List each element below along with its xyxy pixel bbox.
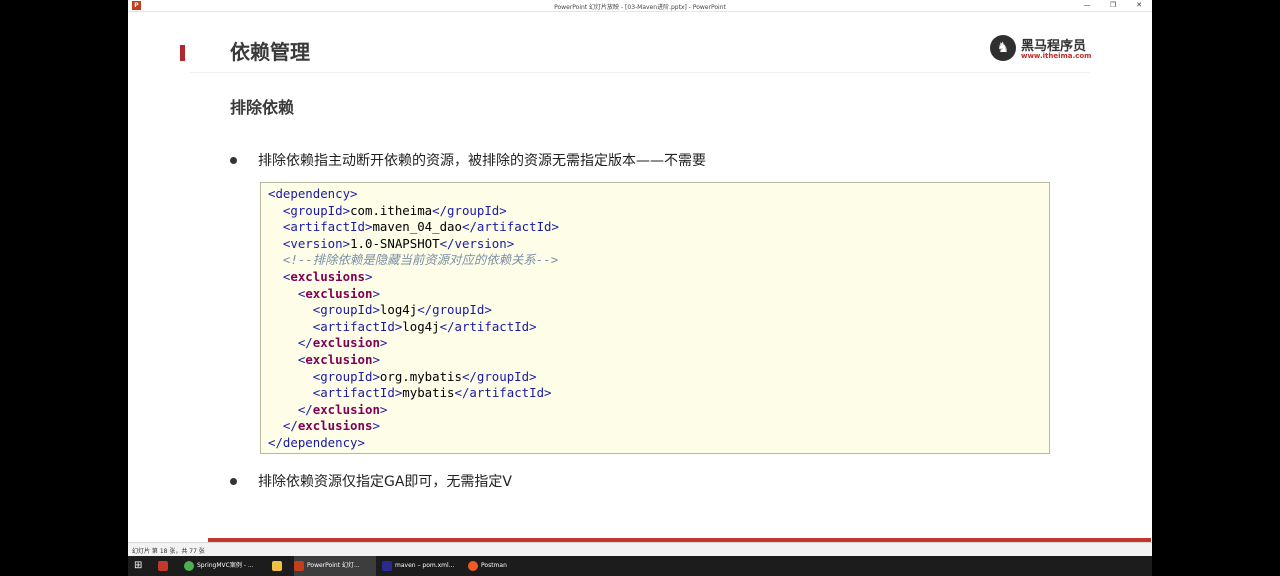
explorer-icon[interactable] (272, 556, 288, 576)
code-exclusion-group: log4j (379, 302, 418, 318)
horse-logo-icon: ♞ (990, 35, 1016, 61)
powerpoint-icon (294, 560, 304, 571)
taskbar: ⊞ SpringMVC案例 - ... PowerPoint 幻灯... mav… (128, 556, 1152, 576)
code-artifact-id: maven_04_dao (372, 219, 462, 235)
code-version: 1.0-SNAPSHOT (350, 235, 440, 251)
bullet-dot (230, 478, 237, 485)
taskbar-item-powerpoint[interactable]: PowerPoint 幻灯... (294, 556, 376, 576)
code-exclusion-group: org.mybatis (379, 368, 462, 384)
app-icon[interactable] (158, 556, 174, 576)
close-icon[interactable]: ✕ (1126, 0, 1152, 11)
slide-title: 依赖管理 (230, 40, 310, 64)
intellij-icon (382, 560, 392, 571)
windows-start-icon[interactable]: ⊞ (134, 556, 148, 576)
title-accent-bar (180, 45, 185, 61)
minimize-icon[interactable]: — (1074, 0, 1100, 11)
chrome-icon (184, 560, 194, 571)
bullet-text: 排除依赖资源仅指定GA即可，无需指定V (258, 474, 513, 490)
code-dependency-close: </dependency> (268, 434, 365, 450)
taskbar-item-intellij[interactable]: maven – pom.xml... (382, 556, 462, 576)
code-exclusion-artifact: log4j (402, 318, 440, 334)
bullet-text: 排除依赖指主动断开依赖的资源，被排除的资源无需指定版本——不需要 (258, 153, 706, 169)
postman-icon (468, 560, 478, 571)
status-bar: 幻灯片 第 18 张，共 77 张 (128, 542, 1152, 556)
code-group-id: com.itheima (350, 202, 433, 218)
bullet-dot (230, 157, 237, 164)
code-block: <dependency> <groupId>com.itheima</group… (260, 182, 1050, 454)
title-divider (190, 72, 1090, 73)
logo-url: www.itheima.com (1021, 52, 1092, 60)
taskbar-item-postman[interactable]: Postman (468, 556, 528, 576)
restore-icon[interactable]: ❐ (1100, 0, 1126, 11)
code-comment: <!--排除依赖是隐藏当前资源对应的依赖关系--> (282, 252, 559, 268)
slide-subtitle: 排除依赖 (230, 98, 295, 117)
code-dependency-open: <dependency> (268, 186, 358, 201)
slide-counter: 幻灯片 第 18 张，共 77 张 (132, 548, 205, 555)
window-title: PowerPoint 幻灯片放映 - [03-Maven进阶.pptx] - P… (554, 4, 726, 11)
slide: 依赖管理 ♞ 黑马程序员 www.itheima.com 排除依赖 排除依赖指主… (168, 12, 1151, 542)
itheima-logo: ♞ 黑马程序员 www.itheima.com (990, 34, 1100, 64)
code-exclusion-artifact: mybatis (402, 385, 455, 401)
title-bar: P PowerPoint 幻灯片放映 - [03-Maven进阶.pptx] -… (128, 0, 1152, 12)
taskbar-item-chrome[interactable]: SpringMVC案例 - ... (184, 556, 266, 576)
xml-code: <dependency> <groupId>com.itheima</group… (268, 186, 559, 450)
powerpoint-window: P PowerPoint 幻灯片放映 - [03-Maven进阶.pptx] -… (128, 0, 1152, 556)
